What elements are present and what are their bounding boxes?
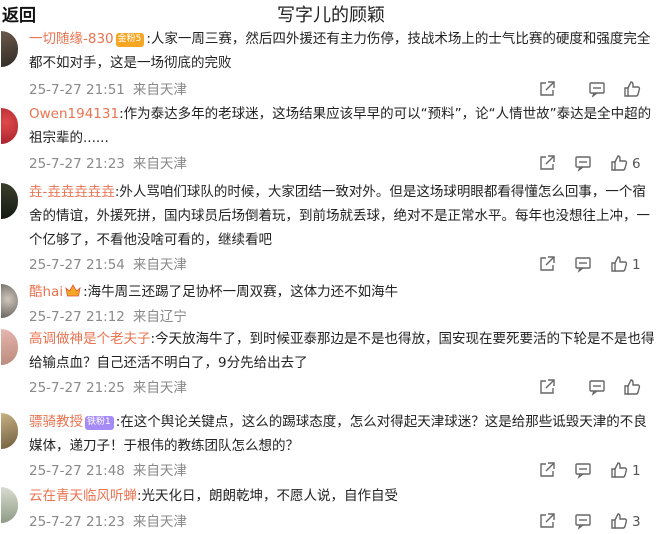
comment-meta: 25-7-27 21:54 来自天津 (29, 255, 187, 275)
username-link[interactable]: 酷hai (29, 284, 63, 300)
share-icon[interactable] (538, 80, 558, 100)
comment-text: :海牛周三还踢了足协杯一周双赛，这体力还不如海牛 (83, 284, 399, 300)
username-link[interactable]: 一切随缘-830 (29, 31, 114, 47)
share-icon[interactable] (538, 378, 558, 398)
comment-icon[interactable] (574, 154, 594, 174)
comment-icon[interactable] (588, 80, 608, 100)
comment-text: :外人骂咱们球队的时候，大家团结一致对外。但是这场球明眼都看得懂怎么回事，一个宿… (29, 184, 650, 248)
comment-body: 一切随缘-830 金粉5:人家一周三赛，然后四外援还有主力伤停，技战术场上的士气比… (29, 27, 657, 75)
comment-actions (528, 378, 662, 398)
like-count: 1 (632, 463, 641, 479)
username-link[interactable]: Owen194131 (29, 106, 119, 122)
comment-time: 25-7-27 21:12 (29, 309, 125, 325)
like-icon[interactable] (623, 80, 643, 100)
comment-text: :作为泰达多年的老球迷，这场结果应该早早的可以“预料”，论“人情世故”泰达是全中… (29, 106, 652, 146)
comment-body: 骠骑教授 铁粉1:在这个舆论关键点，这么的踢球态度，怎么对得起天津球迷？这是给那些… (29, 410, 657, 458)
comment-meta: 25-7-27 21:48 来自天津 (29, 461, 187, 481)
comment-time: 25-7-27 21:25 (29, 380, 125, 396)
comment-meta: 25-7-27 21:23 来自天津 (29, 154, 187, 174)
like-icon[interactable] (610, 461, 630, 481)
username-link[interactable]: 高调做神是个老夫子 (29, 331, 151, 347)
comment-actions: 1 (528, 461, 662, 481)
like-icon[interactable] (610, 255, 630, 275)
avatar[interactable] (1, 284, 18, 318)
comment-body: Owen194131:作为泰达多年的老球迷，这场结果应该早早的可以“预料”，论“… (29, 102, 657, 150)
share-icon[interactable] (538, 461, 558, 481)
page-title: 写字儿的顾颖 (277, 5, 385, 26)
comment-actions: 1 (528, 255, 662, 275)
share-icon[interactable] (538, 255, 558, 275)
comment-icon[interactable] (574, 255, 594, 275)
avatar[interactable] (1, 413, 18, 449)
avatar[interactable] (1, 183, 18, 219)
comment-time: 25-7-27 21:48 (29, 463, 125, 479)
comment-meta: 25-7-27 21:25 来自天津 (29, 378, 187, 398)
avatar[interactable] (1, 108, 18, 144)
comment-text: :光天化日，朗朗乾坤，不愿人说，自作自受 (137, 488, 399, 504)
comment-text: :在这个舆论关键点，这么的踢球态度，怎么对得起天津球迷？这是给那些诋毁天津的不良… (29, 414, 647, 454)
comment-location: 来自天津 (132, 514, 187, 530)
comment-body: 高调做神是个老夫子:今天放海牛了，到时候亚泰那边是不是也得放，国安现在要死要活的… (29, 327, 657, 375)
comment-meta: 25-7-27 21:51 来自天津 (29, 80, 187, 100)
avatar[interactable] (1, 487, 18, 523)
like-count: 1 (632, 257, 641, 273)
fan-badge: 金粉5 (115, 33, 145, 47)
top-bar: 返回 写字儿的顾颖 (0, 0, 662, 26)
share-icon[interactable] (538, 512, 558, 532)
comment-meta: 25-7-27 21:12 来自辽宁 (29, 307, 187, 327)
share-icon[interactable] (538, 154, 558, 174)
comment-time: 25-7-27 21:23 (29, 156, 125, 172)
crown-icon (65, 284, 81, 297)
like-count: 3 (632, 514, 641, 530)
comment-location: 来自天津 (132, 82, 187, 98)
comment-location: 来自天津 (132, 257, 187, 273)
fan-badge: 铁粉1 (85, 416, 114, 430)
like-count: 6 (632, 156, 641, 172)
comment-icon[interactable] (588, 378, 608, 398)
like-icon[interactable] (610, 512, 630, 532)
comment-location: 来自天津 (132, 156, 187, 172)
comment-actions (528, 80, 662, 100)
comment-actions: 3 (528, 512, 662, 532)
comment-location: 来自天津 (132, 380, 187, 396)
comment-location: 来自天津 (132, 463, 187, 479)
like-icon[interactable] (623, 378, 643, 398)
comment-body: 垚-垚垚垚垚垚:外人骂咱们球队的时候，大家团结一致对外。但是这场球明眼都看得懂怎… (29, 180, 657, 252)
username-link[interactable]: 骠骑教授 (29, 414, 83, 430)
username-link[interactable]: 垚-垚垚垚垚垚 (29, 184, 115, 200)
comment-time: 25-7-27 21:54 (29, 257, 125, 273)
avatar[interactable] (1, 329, 18, 365)
badge-label: 金粉5 (117, 34, 142, 44)
comment-time: 25-7-27 21:23 (29, 514, 125, 530)
username-link[interactable]: 云在青天临风听蝉 (29, 488, 137, 504)
avatar[interactable] (1, 31, 18, 67)
comment-body: 云在青天临风听蝉:光天化日，朗朗乾坤，不愿人说，自作自受 (29, 484, 657, 508)
like-icon[interactable] (610, 154, 630, 174)
comment-time: 25-7-27 21:51 (29, 82, 125, 98)
comment-meta: 25-7-27 21:23 来自天津 (29, 512, 187, 532)
comment-body: 酷hai :海牛周三还踢了足协杯一周双赛，这体力还不如海牛 (29, 280, 657, 304)
comment-actions: 6 (528, 154, 662, 174)
comment-icon[interactable] (574, 512, 594, 532)
comment-location: 来自辽宁 (132, 309, 187, 325)
comment-icon[interactable] (574, 461, 594, 481)
badge-label: 铁粉1 (87, 417, 111, 427)
